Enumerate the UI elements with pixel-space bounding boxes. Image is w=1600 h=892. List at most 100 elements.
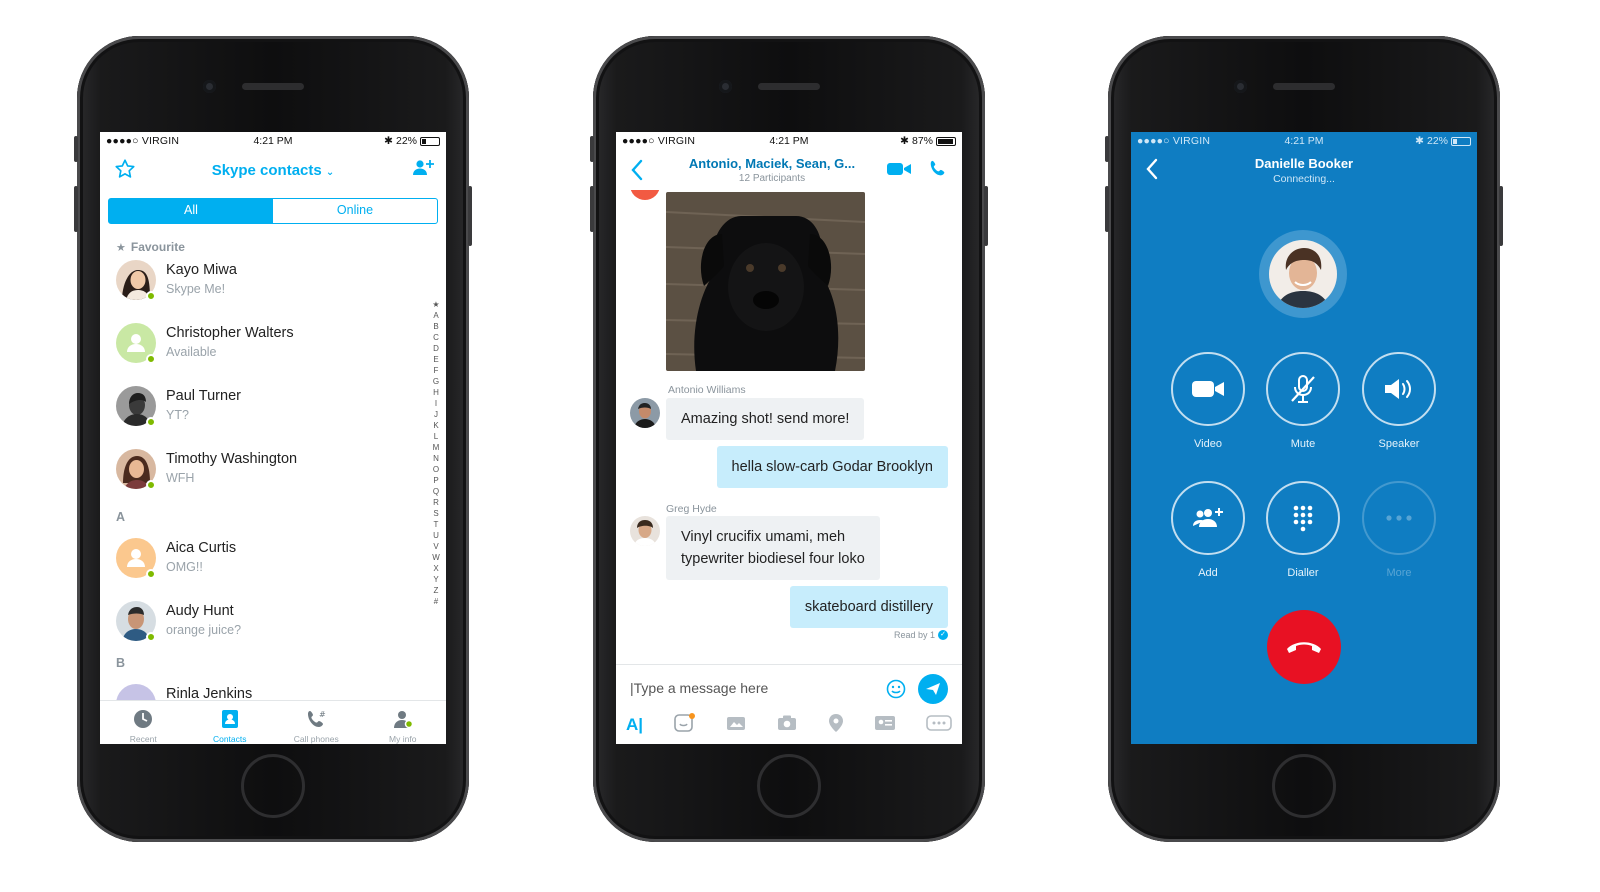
battery-percent: 87%	[911, 135, 933, 147]
page-title[interactable]: Skype contacts ⌄	[100, 162, 446, 179]
contact-row[interactable]: Kayo Miwa Skype Me!	[100, 254, 446, 317]
alphabet-index-letter[interactable]: S	[432, 508, 440, 519]
alphabet-index-letter[interactable]: Q	[432, 486, 440, 497]
add-label: Add	[1198, 567, 1218, 579]
video-call-icon[interactable]	[886, 161, 912, 182]
phone-chat: ●●●●○ VIRGIN 4:21 PM ✱ 87% Antonio, Macie…	[590, 36, 988, 842]
alphabet-index-letter[interactable]: O	[432, 464, 440, 475]
presence-online-icon	[146, 480, 156, 490]
clock-icon	[134, 710, 153, 728]
location-pin-icon[interactable]	[828, 713, 844, 738]
alphabet-index-letter[interactable]: A	[432, 310, 440, 321]
alphabet-index-letter[interactable]: N	[432, 453, 440, 464]
speaker-label: Speaker	[1378, 438, 1420, 450]
more-label: More	[1386, 567, 1412, 579]
video-camera-icon	[1192, 381, 1224, 397]
earpiece	[758, 83, 820, 90]
message-line: typewriter biodiesel four loko	[681, 551, 865, 567]
message-input[interactable]: |Type a message here	[630, 680, 768, 696]
send-button[interactable]	[918, 674, 948, 704]
alphabet-index-letter[interactable]: K	[432, 420, 440, 431]
add-contact-icon[interactable]	[412, 159, 434, 182]
alphabet-index-letter[interactable]: J	[432, 409, 440, 420]
participants-count: 12 Participants	[738, 173, 806, 184]
contacts-book-icon	[221, 710, 238, 728]
tab-my-info[interactable]: My info	[360, 701, 447, 744]
segment-online[interactable]: Online	[273, 199, 437, 223]
message-bubble[interactable]: Vinyl crucifix umami, meh typewriter bio…	[666, 516, 880, 580]
alphabet-index-letter[interactable]: B	[432, 321, 440, 332]
add-participant-button[interactable]	[1171, 481, 1245, 555]
status-bar: ●●●●○ VIRGIN 4:21 PM ✱ 22%	[1131, 132, 1477, 150]
section-header-a: A	[116, 510, 126, 524]
speaker-button[interactable]	[1362, 352, 1436, 426]
message-bubble-own[interactable]: skateboard distillery	[789, 586, 948, 628]
home-button[interactable]	[757, 754, 821, 818]
alphabet-index-letter[interactable]: M	[432, 442, 440, 453]
bottom-tab-bar: Recent Contacts # Call phones My info	[100, 700, 446, 744]
alphabet-index-letter[interactable]: G	[432, 376, 440, 387]
alphabet-index-letter[interactable]: F	[432, 365, 440, 376]
conversation-title[interactable]: Antonio, Maciek, Sean, G...	[656, 156, 888, 171]
contact-card-icon[interactable]	[874, 715, 896, 736]
contact-row[interactable]: Audy Hunt orange juice?	[100, 595, 446, 658]
contacts-header: Skype contacts ⌄	[100, 150, 446, 190]
mute-button[interactable]	[1266, 352, 1340, 426]
alphabet-index-letter[interactable]: Z	[432, 585, 440, 596]
video-toggle-button[interactable]	[1171, 352, 1245, 426]
alphabet-index-letter[interactable]: R	[432, 497, 440, 508]
alphabet-index-letter[interactable]: H	[432, 387, 440, 398]
text-format-icon[interactable]: A|	[626, 715, 643, 735]
media-gallery-icon[interactable]	[725, 713, 747, 738]
alphabet-index-letter[interactable]: #	[432, 596, 440, 607]
call-header: Danielle Booker Connecting...	[1131, 150, 1477, 190]
back-chevron-icon[interactable]	[630, 159, 644, 186]
contact-row[interactable]: Christopher Walters Available	[100, 317, 446, 380]
chat-header: Antonio, Maciek, Sean, G... 12 Participa…	[616, 150, 962, 190]
phone-call-icon[interactable]	[928, 159, 948, 184]
contact-row[interactable]: Timothy Washington WFH	[100, 443, 446, 506]
alphabet-index-letter[interactable]: X	[432, 563, 440, 574]
home-button[interactable]	[241, 754, 305, 818]
message-bubble[interactable]: Amazing shot! send more!	[666, 398, 865, 440]
alphabet-index-letter[interactable]: I	[432, 398, 440, 409]
more-button[interactable]	[1362, 481, 1436, 555]
tab-call-phones[interactable]: # Call phones	[273, 701, 360, 744]
alphabet-index-letter[interactable]: Y	[432, 574, 440, 585]
tab-recent[interactable]: Recent	[100, 701, 187, 744]
contact-status: YT?	[166, 408, 189, 422]
call-screen: ●●●●○ VIRGIN 4:21 PM ✱ 22% Danielle Booke…	[1131, 132, 1477, 744]
alphabet-index-letter[interactable]: E	[432, 354, 440, 365]
emoticon-icon[interactable]	[886, 679, 906, 704]
dialler-button[interactable]	[1266, 481, 1340, 555]
tab-contacts[interactable]: Contacts	[187, 701, 274, 744]
alphabet-index-letter[interactable]: U	[432, 530, 440, 541]
contact-row[interactable]: Aica Curtis OMG!!	[100, 532, 446, 595]
shared-photo[interactable]	[666, 192, 865, 371]
camera-icon[interactable]	[776, 714, 798, 737]
sticker-icon[interactable]	[673, 712, 695, 739]
more-options-icon[interactable]	[926, 714, 952, 736]
alphabet-index-letter[interactable]: T	[432, 519, 440, 530]
end-call-button[interactable]	[1267, 610, 1341, 684]
battery-percent: 22%	[395, 135, 417, 147]
section-header-b: B	[116, 656, 126, 670]
alphabet-index-letter[interactable]: P	[432, 475, 440, 486]
segment-all[interactable]: All	[109, 199, 273, 223]
alphabet-index-letter[interactable]: D	[432, 343, 440, 354]
alphabet-index[interactable]: ★ A B C D E F G H I J K L M N O P Q R S T U V W X Y Z #	[432, 299, 440, 607]
alphabet-index-letter[interactable]: V	[432, 541, 440, 552]
message-bubble-own[interactable]: hella slow-carb Godar Brooklyn	[716, 446, 948, 488]
message-list[interactable]: Antonio Williams Amazing shot! send more…	[616, 170, 962, 680]
contact-row[interactable]: Paul Turner YT?	[100, 380, 446, 443]
battery-percent: 22%	[1426, 135, 1448, 147]
avatar	[630, 398, 660, 428]
alphabet-index-letter[interactable]: L	[432, 431, 440, 442]
home-button[interactable]	[1272, 754, 1336, 818]
contact-name: Aica Curtis	[166, 540, 237, 556]
alphabet-index-letter[interactable]: C	[432, 332, 440, 343]
alphabet-index-letter[interactable]: ★	[432, 299, 440, 310]
dialpad-icon	[1293, 505, 1313, 532]
alphabet-index-letter[interactable]: W	[432, 552, 440, 563]
more-dots-icon	[1386, 515, 1412, 521]
